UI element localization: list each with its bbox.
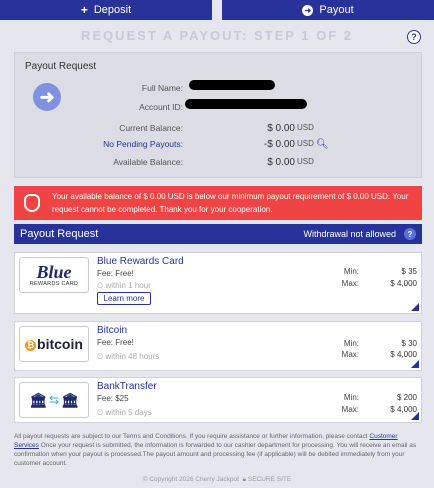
max-label: Max: [341,350,359,359]
max-label: Max: [341,279,359,288]
bank-transfer-logo: 🏛︎ ⇆ 🏛︎ [19,382,89,418]
method-name[interactable]: Bitcoin [97,325,127,336]
help-button[interactable]: ? [407,30,421,44]
bitcoin-logo: ₿ bitcoin [19,326,89,362]
top-tab-bar: + Deposit ➜ Payout [0,0,434,20]
payout-method-blue-rewards[interactable]: Blue REWARDS CARD Blue Rewards Card Fee:… [14,252,422,314]
method-time-text: within 1 hour [105,281,151,290]
max-value: $ 4,000 [390,350,417,359]
alert-text: Your available balance of $ 0.00 USD is … [52,192,409,214]
corner-triangle-icon [411,412,419,420]
method-fee: Fee: $25 [97,394,129,403]
arrow-circle-icon: ➜ [302,4,314,16]
blue-logo-subtext: REWARDS CARD [29,281,79,287]
available-balance-currency: USD [297,157,314,166]
pending-payouts-value: -$ 0.00 [263,139,295,150]
copyright-text: © Copyright 2026 Cherry Jackpot [142,476,239,483]
current-balance-currency: USD [297,123,314,132]
payout-summary-panel: Payout Request ➜ Full Name: Account ID: … [14,52,422,178]
current-balance-label: Current Balance: [119,123,183,133]
available-balance-row: Available Balance: $ 0.00 USD [15,157,423,169]
account-id-redaction [185,99,307,109]
clock-icon: ⏲ [97,281,104,290]
bank-building-icon: 🏛︎ [29,391,47,408]
blue-logo-text: Blue [36,262,72,282]
stop-hand-icon [24,194,40,212]
method-name[interactable]: BankTransfer [97,381,157,392]
blue-rewards-logo: Blue REWARDS CARD [19,257,89,293]
min-value: $ 200 [396,393,417,402]
full-name-redaction [189,80,275,90]
payout-tab-label: Payout [319,4,354,16]
current-balance-row: Current Balance: $ 0.00 USD [15,123,423,135]
min-value: $ 30 [401,339,417,348]
method-time: ⏲ within 5 days [97,408,152,418]
pending-payouts-row: No Pending Payouts: -$ 0.00 USD 🔍︎ [15,139,423,151]
min-label: Min: [343,393,359,402]
secure-site-text: SECURE SITE [247,476,292,483]
clock-icon: ⏲ [97,408,104,417]
method-time-text: within 5 days [105,408,152,417]
method-name[interactable]: Blue Rewards Card [97,256,184,267]
pending-payouts-link[interactable]: No Pending Payouts: [103,139,183,149]
learn-more-button[interactable]: Learn more [97,292,151,305]
deposit-tab[interactable]: + Deposit [0,0,212,20]
bank-building-icon: 🏛︎ [61,391,79,408]
step-title: REQUEST A PAYOUT: STEP 1 OF 2 [80,28,354,43]
lock-icon: 🔒︎ [242,476,247,483]
method-time-text: within 48 hours [105,352,160,361]
available-balance-value: $ 0.00 [267,157,295,168]
method-fee: Fee: Free! [97,338,134,347]
corner-triangle-icon [411,303,419,311]
summary-section-title: Payout Request [25,61,97,72]
disclaimer-text: All payout requests are subject to our T… [14,432,422,468]
payout-method-bitcoin[interactable]: ₿ bitcoin Bitcoin Fee: Free! ⏲ within 48 … [14,321,422,371]
footer: © Copyright 2026 Cherry Jackpot 🔒︎ SECUR… [0,476,434,484]
max-label: Max: [341,405,359,414]
plus-icon: + [80,3,88,17]
method-time: ⏲ within 1 hour [97,281,151,291]
min-value: $ 35 [401,267,417,276]
payout-request-title: Payout Request [20,228,99,240]
method-time: ⏲ within 48 hours [97,352,159,362]
payout-request-header: Payout Request Withdrawal not allowed ? [14,224,422,244]
account-id-label: Account ID: [139,102,183,112]
available-balance-label: Available Balance: [113,157,183,167]
method-fee: Fee: Free! [97,269,134,278]
clock-icon: ⏲ [97,352,104,361]
payout-tab[interactable]: ➜ Payout [222,0,434,20]
bitcoin-symbol-icon: ₿ [25,340,37,351]
corner-triangle-icon [411,360,419,368]
full-name-label: Full Name: [141,83,183,93]
disclaimer-part-a: All payout requests are subject to our T… [14,433,370,440]
min-label: Min: [343,339,359,348]
current-balance-value: $ 0.00 [267,123,295,134]
full-name-row: Full Name: [15,80,423,95]
max-value: $ 4,000 [390,279,417,288]
search-icon[interactable]: 🔍︎ [316,139,329,150]
pending-payouts-currency: USD [297,139,314,148]
min-label: Min: [343,267,359,276]
account-id-row: Account ID: [15,99,423,114]
payout-method-bank-transfer[interactable]: 🏛︎ ⇆ 🏛︎ BankTransfer Fee: $25 ⏲ within 5… [14,377,422,423]
transfer-arrows-icon: ⇆ [48,393,60,407]
withdrawal-status: Withdrawal not allowed [303,229,396,239]
deposit-tab-label: Deposit [93,4,132,16]
balance-alert: Your available balance of $ 0.00 USD is … [14,186,422,220]
withdrawal-help-icon[interactable]: ? [404,228,416,240]
disclaimer-part-b: Once your request is submitted, the info… [14,442,417,467]
bitcoin-logo-text: bitcoin [37,336,83,352]
